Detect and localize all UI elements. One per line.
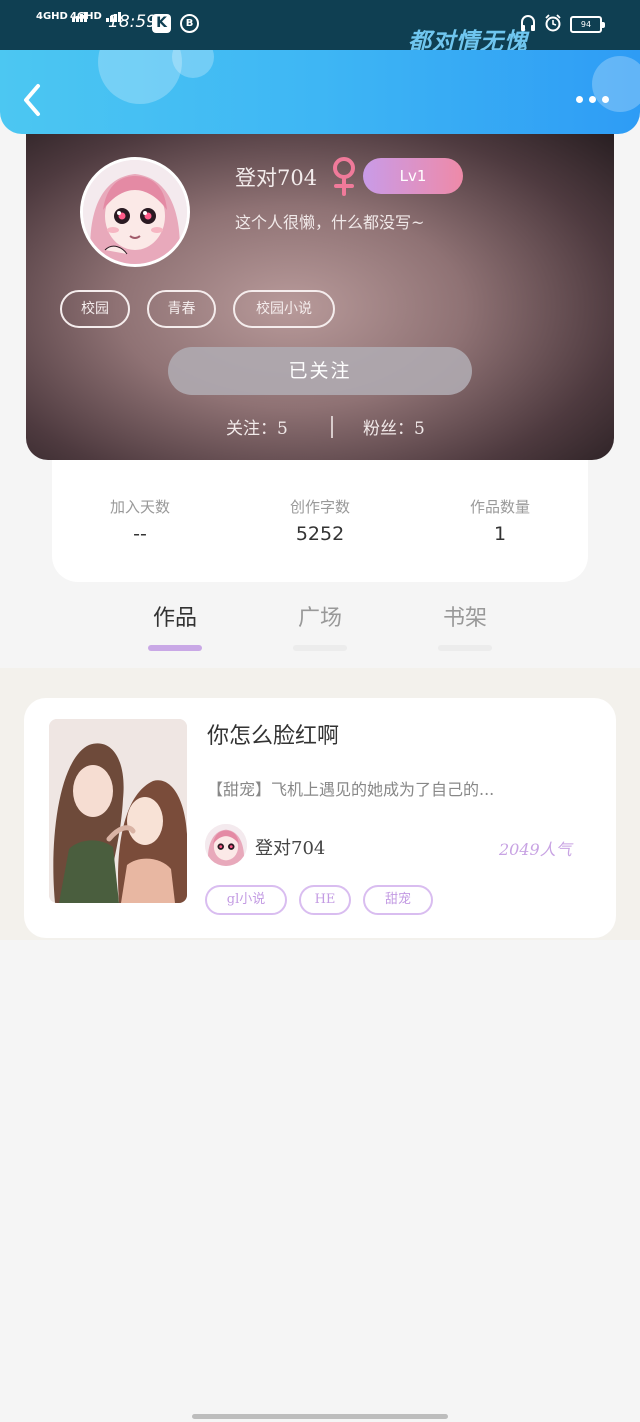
work-tag[interactable]: 甜宠 bbox=[363, 885, 433, 915]
stat-word-count: 创作字数 5252 bbox=[245, 496, 395, 545]
work-card[interactable]: 你怎么脸红啊 【甜宠】飞机上遇见的她成为了自己的... 登对704 2049人气… bbox=[24, 698, 616, 938]
avatar[interactable] bbox=[80, 157, 190, 267]
app-k-icon: K bbox=[152, 14, 171, 33]
tab-indicator bbox=[438, 645, 492, 651]
tab-indicator bbox=[293, 645, 347, 651]
status-time: 18:59 bbox=[108, 12, 157, 32]
profile-bio: 这个人很懒，什么都没写~ bbox=[235, 213, 425, 232]
female-icon bbox=[333, 157, 355, 196]
profile-username: 登对704 bbox=[235, 166, 318, 190]
work-title[interactable]: 你怎么脸红啊 bbox=[207, 718, 339, 750]
work-tag[interactable]: HE bbox=[299, 885, 351, 915]
stat-value: 1 bbox=[493, 523, 507, 545]
headphones-icon bbox=[521, 15, 535, 31]
following-count[interactable]: 关注：5 bbox=[226, 414, 288, 439]
author-avatar-illustration bbox=[205, 824, 247, 866]
cover-illustration bbox=[49, 719, 187, 903]
profile-tag[interactable]: 青春 bbox=[147, 290, 216, 328]
work-description: 【甜宠】飞机上遇见的她成为了自己的... bbox=[207, 780, 495, 799]
work-tag[interactable]: gl小说 bbox=[205, 885, 287, 915]
divider bbox=[331, 416, 333, 438]
stat-label: 加入天数 bbox=[109, 498, 170, 516]
tab-label: 书架 bbox=[442, 606, 487, 631]
status-bar: 4GHD 4GHD 18:59 K B 都对情无愧 94 bbox=[0, 0, 640, 55]
tab-label: 广场 bbox=[297, 606, 342, 631]
stat-value: -- bbox=[133, 523, 147, 545]
header-bar bbox=[0, 50, 640, 134]
alarm-icon bbox=[545, 14, 561, 32]
profile-header-card: 登对704 Lv1 这个人很懒，什么都没写~ 校园 青春 校园小说 已关注 关注… bbox=[26, 120, 614, 460]
profile-tag[interactable]: 校园 bbox=[60, 290, 130, 328]
stat-label: 作品数量 bbox=[469, 498, 530, 516]
level-badge: Lv1 bbox=[363, 158, 463, 194]
stats-card: 加入天数 -- 创作字数 5252 作品数量 1 bbox=[52, 440, 588, 582]
app-b-icon: B bbox=[180, 14, 199, 33]
followers-count[interactable]: 粉丝：5 bbox=[363, 414, 425, 439]
tab-bookshelf[interactable]: 书架 bbox=[420, 600, 510, 656]
tab-square[interactable]: 广场 bbox=[275, 600, 365, 656]
home-indicator[interactable] bbox=[192, 1414, 448, 1419]
tab-works[interactable]: 作品 bbox=[130, 600, 220, 656]
decorative-bubble bbox=[98, 50, 182, 104]
battery-indicator: 94 bbox=[570, 16, 605, 33]
stat-works-count: 作品数量 1 bbox=[425, 496, 575, 545]
tab-active-indicator bbox=[148, 645, 202, 651]
more-options-button[interactable] bbox=[572, 90, 614, 110]
author-avatar[interactable] bbox=[205, 824, 247, 866]
work-cover-image[interactable] bbox=[49, 719, 187, 903]
avatar-illustration bbox=[83, 160, 187, 264]
follow-button[interactable]: 已关注 bbox=[168, 347, 472, 395]
stat-label: 创作字数 bbox=[289, 498, 350, 516]
profile-tag[interactable]: 校园小说 bbox=[233, 290, 335, 328]
stat-join-days: 加入天数 -- bbox=[65, 496, 215, 545]
popularity-count: 2049人气 bbox=[499, 840, 572, 859]
stat-value: 5252 bbox=[295, 523, 345, 545]
back-button[interactable] bbox=[18, 80, 52, 120]
author-name[interactable]: 登对704 bbox=[255, 834, 325, 860]
tab-label: 作品 bbox=[152, 606, 197, 631]
